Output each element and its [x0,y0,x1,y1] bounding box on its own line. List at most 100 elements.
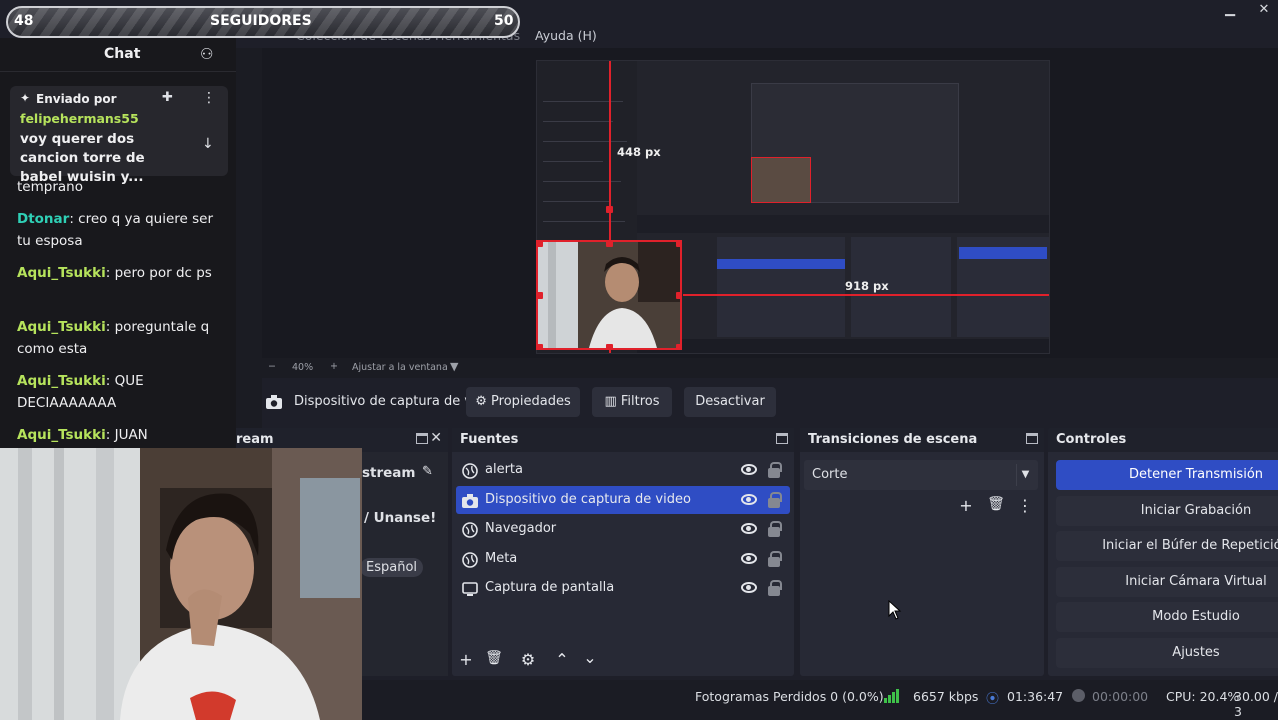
lock-icon[interactable] [768,462,782,478]
sources-title: Fuentes [460,432,519,447]
chevron-down-icon[interactable]: ▼ [1016,464,1034,486]
dropped-frames: Fotogramas Perdidos 0 (0.0%) [695,689,884,704]
selected-camera-source[interactable] [536,240,682,350]
chat-header: Chat ⚇ [0,38,236,72]
close-dock-icon[interactable]: ✕ [430,430,442,446]
chat-username[interactable]: Aqui_Tsukki [17,265,106,281]
sources-header: Fuentes [452,428,794,452]
lock-icon[interactable] [768,521,782,537]
pin-toggle-icon[interactable]: ✚ [162,90,173,105]
signal-bars-icon [884,689,899,703]
transition-select[interactable]: Corte ▼ [804,460,1038,490]
source-item[interactable]: Captura de pantalla [456,574,790,602]
visibility-eye-icon[interactable] [741,464,757,475]
zoom-in-button[interactable]: + [330,361,338,372]
follower-label: SEGUIDORES [210,13,312,29]
stop-stream-button[interactable]: Detener Transmisión [1056,460,1278,490]
properties-label: Propiedades [491,394,571,409]
source-label: Meta [485,550,518,566]
chat-message: Aqui_Tsukki: poreguntale q como esta [17,316,229,360]
chat-username[interactable]: Aqui_Tsukki [17,427,106,443]
pinned-prefix: Enviado por [36,92,117,106]
visibility-eye-icon[interactable] [741,552,757,564]
move-up-icon[interactable]: ⌃ [552,650,572,669]
bitrate: 6657 kbps [913,689,979,704]
source-item[interactable]: Dispositivo de captura de video [456,485,790,514]
close-window-icon[interactable]: ✕ [1254,2,1274,20]
guide-width-label: 918 px [845,279,889,293]
lock-icon[interactable] [768,491,782,508]
lock-icon[interactable] [768,580,782,596]
guide-handle[interactable] [606,206,613,213]
source-label: Navegador [485,521,557,536]
users-icon[interactable]: ⚇ [200,45,213,63]
minimize-icon[interactable]: ▁ [1220,2,1240,20]
controls-dock: Controles Detener Transmisión Iniciar Gr… [1048,428,1278,676]
add-transition-button[interactable]: + [956,496,976,515]
fps: 30.00 / 3 [1234,689,1278,719]
monitor-icon [462,580,478,596]
follower-goal: 50 [494,13,514,29]
stream-tag-text: / Unanse! [364,510,437,526]
browser-icon [462,462,478,479]
dock-float-icon[interactable] [416,433,428,444]
follower-goal-bar: 48 SEGUIDORES 50 [6,6,520,38]
deactivate-button[interactable]: Desactivar [684,387,776,417]
arrow-down-icon[interactable]: ↓ [202,136,214,152]
pinned-user: felipehermans55 [20,111,139,126]
record-icon [1072,689,1085,702]
filter-icon: ▥ [604,394,617,409]
source-item[interactable]: Meta [456,545,790,573]
pinned-message: ✦ Enviado por ✚ ⋮ felipehermans55 voy qu… [10,86,228,185]
virtual-camera-button[interactable]: Iniciar Cámara Virtual [1056,567,1278,597]
filters-button[interactable]: ▥ Filtros [592,387,672,417]
visibility-eye-icon[interactable] [741,523,757,534]
source-item[interactable]: Navegador [456,515,790,543]
lock-icon[interactable] [768,550,782,567]
properties-button[interactable]: ⚙ Propiedades [466,387,580,417]
visibility-eye-icon[interactable] [741,582,757,593]
chat-username[interactable]: Dtonar [17,211,69,227]
more-options-icon[interactable]: ⋮ [202,90,216,106]
stream-dock-title: ream [236,432,274,447]
webcam-feed [0,448,362,720]
chat-username[interactable]: Aqui_Tsukki [17,319,106,335]
dock-float-icon[interactable] [776,433,788,444]
zoom-out-button[interactable]: − [268,361,276,372]
fit-window-label[interactable]: Ajustar a la ventana [352,362,448,373]
source-item[interactable]: alerta [456,456,790,484]
stream-live-icon: ⦿ [986,692,1000,707]
stream-time: 01:36:47 [1007,689,1064,704]
context-source-name: Dispositivo de captura de v [294,394,473,409]
more-options-icon[interactable]: ⋮ [1015,496,1035,515]
start-recording-button[interactable]: Iniciar Grabación [1056,496,1278,526]
browser-icon [462,551,478,568]
chat-text: : JUAN [105,427,148,443]
visibility-eye-icon[interactable] [741,493,757,505]
scene-dock-edge [236,48,262,428]
trash-icon[interactable]: 🗑 [986,496,1006,512]
zoom-level: 40% [292,362,314,373]
studio-mode-button[interactable]: Modo Estudio [1056,602,1278,632]
add-source-button[interactable]: + [456,650,476,669]
record-time: 00:00:00 [1092,689,1149,704]
follower-count: 48 [14,13,34,29]
filters-label: Filtros [620,394,660,409]
chevron-down-icon[interactable]: ▼ [450,360,458,373]
move-down-icon[interactable]: ⌄ [580,648,600,667]
trash-icon[interactable]: 🗑 [484,650,504,666]
nested-obs-preview [637,61,1049,353]
source-label: Captura de pantalla [485,580,615,595]
stream-title-text: stream [362,465,416,481]
chat-message-list: temprano Dtonar: creo q ya quiere ser tu … [0,176,236,448]
transitions-title: Transiciones de escena [808,432,978,447]
webcam-image [0,448,362,720]
dock-float-icon[interactable] [1026,433,1038,444]
menu-item-help[interactable]: Ayuda (H) [535,28,597,43]
chat-username[interactable]: Aqui_Tsukki [17,373,106,389]
gear-icon[interactable]: ⚙ [518,650,538,669]
guide-height-label: 448 px [617,145,661,159]
replay-buffer-button[interactable]: Iniciar el Búfer de Repetición [1056,531,1278,561]
edit-icon[interactable]: ✎ [422,464,433,479]
settings-button[interactable]: Ajustes [1056,638,1278,668]
